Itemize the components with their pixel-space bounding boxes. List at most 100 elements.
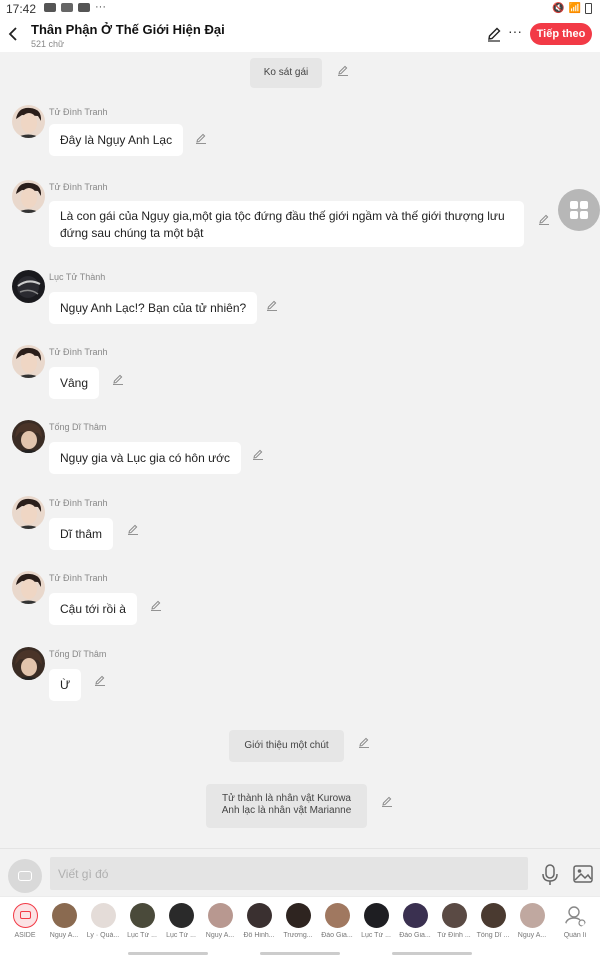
- avatar: [324, 903, 350, 928]
- aside-icon: [12, 903, 38, 928]
- character-name: Ly · Quả...: [86, 932, 120, 939]
- avatar[interactable]: [12, 496, 45, 529]
- pencil-icon[interactable]: [337, 64, 349, 76]
- message-icon: [18, 871, 32, 881]
- status-bar: 17:42 ··· 🔇 📶: [0, 0, 600, 18]
- pencil-icon[interactable]: [195, 132, 207, 144]
- message-bubble[interactable]: Là con gái của Ngụy gia,một gia tộc đứng…: [49, 201, 524, 247]
- character-item[interactable]: Lục Tử ...: [125, 903, 159, 939]
- character-item[interactable]: Tử Đình ...: [437, 903, 471, 939]
- edit-button[interactable]: [486, 26, 502, 42]
- message-bubble[interactable]: Cậu tới rồi à: [49, 593, 137, 625]
- more-notifications-icon: ···: [95, 1, 106, 13]
- character-item[interactable]: Đào Gia...: [320, 903, 354, 939]
- character-item[interactable]: Trương...: [281, 903, 315, 939]
- character-manage[interactable]: Quản lí: [558, 903, 592, 939]
- sender-name: Tử Đình Tranh: [49, 182, 108, 192]
- avatar[interactable]: [12, 647, 45, 680]
- back-button[interactable]: [4, 23, 22, 45]
- sender-name: Lục Tử Thành: [49, 272, 106, 282]
- avatar[interactable]: [12, 345, 45, 378]
- avatar[interactable]: [12, 105, 45, 138]
- gallery-notification-icon: [44, 3, 56, 12]
- character-name: Nguy A...: [517, 932, 547, 939]
- home-button[interactable]: [260, 952, 340, 955]
- avatar[interactable]: [12, 180, 45, 213]
- character-bar: ASIDE Nguy A... Ly · Quả... Lục Tử ... L…: [0, 896, 600, 948]
- image-icon[interactable]: [573, 865, 593, 883]
- composer-menu-button[interactable]: [8, 859, 42, 893]
- avatar: [441, 903, 467, 928]
- character-name: Đỗ Hinh...: [243, 932, 275, 939]
- character-name: Quản lí: [563, 932, 587, 939]
- message-input[interactable]: [50, 857, 528, 890]
- character-name: ASIDE: [14, 932, 36, 939]
- character-item[interactable]: Nguy A...: [515, 903, 549, 939]
- narration-block[interactable]: Tử thành là nhân vật Kurowa Anh lạc là n…: [206, 784, 367, 828]
- message-feed: Ko sát gái Tử Đình Tranh Đây là Ngụy Anh…: [0, 52, 600, 848]
- message-bubble[interactable]: Ừ: [49, 669, 82, 701]
- character-item[interactable]: Ly · Quả...: [86, 903, 120, 939]
- app-notification-icon: [78, 3, 90, 12]
- avatar: [168, 903, 194, 928]
- message-bubble[interactable]: Ngụy Anh Lạc!? Bạn của tử nhiên?: [49, 292, 258, 324]
- character-name: Tử Đình ...: [437, 932, 471, 939]
- narration-text: Giới thiệu một chút: [244, 740, 329, 751]
- message-bubble[interactable]: Ngụy gia và Lục gia có hôn ước: [49, 442, 241, 474]
- character-item[interactable]: Nguy A...: [47, 903, 81, 939]
- story-title: Thân Phận Ở Thế Giới Hiện Đại: [31, 22, 225, 37]
- pencil-icon[interactable]: [252, 448, 264, 460]
- pencil-icon[interactable]: [94, 674, 106, 686]
- pencil-icon[interactable]: [112, 373, 124, 385]
- floating-menu-button[interactable]: [558, 189, 600, 231]
- character-item[interactable]: Lục Tử ...: [164, 903, 198, 939]
- pencil-icon[interactable]: [358, 736, 370, 748]
- character-name: Nguy A...: [205, 932, 235, 939]
- avatar: [129, 903, 155, 928]
- character-item[interactable]: Lục Tử ...: [359, 903, 393, 939]
- narration-text: Ko sát gái: [263, 67, 309, 78]
- character-name: Lục Tử ...: [127, 932, 157, 939]
- recent-apps-button[interactable]: [128, 952, 208, 955]
- pencil-icon[interactable]: [127, 523, 139, 535]
- pencil-icon[interactable]: [266, 299, 278, 311]
- avatar[interactable]: [12, 420, 45, 453]
- character-item[interactable]: Tống Dĩ ...: [476, 903, 510, 939]
- character-item[interactable]: Nguy A...: [203, 903, 237, 939]
- avatar[interactable]: [12, 270, 45, 303]
- pencil-icon: [488, 27, 501, 42]
- chevron-left-icon: [8, 27, 17, 41]
- back-nav-button[interactable]: [392, 952, 472, 955]
- narration-block[interactable]: Ko sát gái: [250, 58, 322, 88]
- microphone-icon[interactable]: [541, 864, 559, 886]
- character-item[interactable]: Đào Gia...: [398, 903, 432, 939]
- pencil-icon[interactable]: [150, 599, 162, 611]
- narration-block[interactable]: Giới thiệu một chút: [229, 730, 344, 762]
- navigation-bar: [0, 948, 600, 960]
- character-name: Nguy A...: [49, 932, 79, 939]
- sender-name: Tống Dĩ Thâm: [49, 649, 107, 659]
- wifi-icon: 📶: [568, 3, 581, 14]
- avatar: [480, 903, 506, 928]
- sender-name: Tử Đình Tranh: [49, 347, 108, 357]
- message-bubble[interactable]: Dĩ thâm: [49, 518, 114, 550]
- avatar[interactable]: [12, 571, 45, 604]
- avatar: [519, 903, 545, 928]
- sender-name: Tống Dĩ Thâm: [49, 422, 107, 432]
- character-name: Trương...: [283, 932, 313, 939]
- narration-text: Anh lạc là nhân vật Marianne: [221, 805, 352, 816]
- message-bubble[interactable]: Vâng: [49, 367, 100, 399]
- character-item[interactable]: Đỗ Hinh...: [242, 903, 276, 939]
- character-name: Đào Gia...: [399, 932, 431, 939]
- message-bubble[interactable]: Đây là Ngụy Anh Lạc: [49, 124, 184, 156]
- next-button[interactable]: Tiếp theo: [530, 23, 592, 45]
- avatar: [285, 903, 311, 928]
- character-name: Lục Tử ...: [166, 932, 196, 939]
- character-name: Đào Gia...: [321, 932, 353, 939]
- pencil-icon[interactable]: [538, 213, 550, 225]
- more-options-button[interactable]: ···: [507, 24, 523, 40]
- pencil-icon[interactable]: [381, 795, 393, 807]
- sender-name: Tử Đình Tranh: [49, 498, 108, 508]
- sender-name: Tử Đình Tranh: [49, 573, 108, 583]
- character-aside[interactable]: ASIDE: [8, 903, 42, 939]
